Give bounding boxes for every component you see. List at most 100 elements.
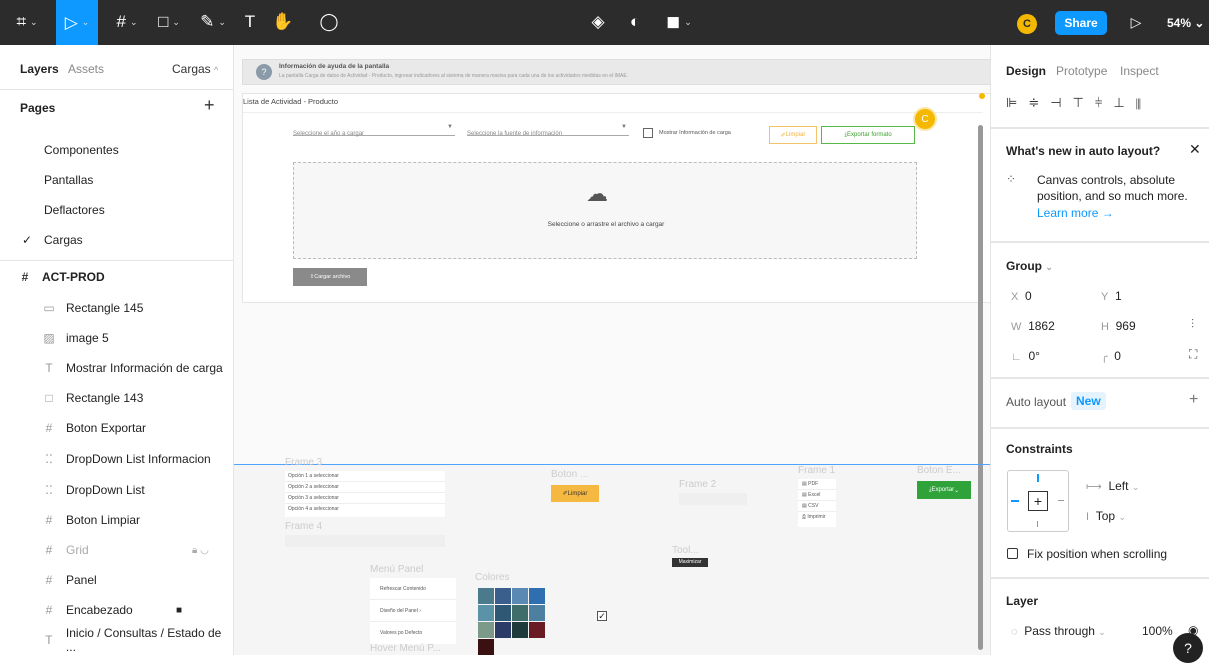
boton-export-title[interactable]: Boton E...: [917, 465, 961, 476]
file-dropzone[interactable]: ☁ Seleccione o arrastre el archivo a car…: [293, 162, 917, 259]
constraints-widget[interactable]: +: [1007, 470, 1069, 532]
shape-tool-button[interactable]: □ ⌄: [152, 10, 186, 34]
vertical-constraint[interactable]: I Top ⌄: [1086, 509, 1126, 523]
horizontal-constraint[interactable]: ⟼ Left ⌄: [1086, 479, 1139, 493]
menu-item-excel[interactable]: ▤ Excel: [798, 490, 836, 501]
frame1-title[interactable]: Frame 1: [798, 465, 835, 476]
option-item[interactable]: Opción 4 a seleccionar: [285, 504, 445, 514]
layer-row[interactable]: ⁚⁚ DropDown List Informacion: [0, 444, 234, 474]
boolean-button[interactable]: ◼ ⌄: [659, 10, 699, 34]
share-button[interactable]: Share: [1055, 11, 1107, 35]
main-menu-button[interactable]: ⌗ ⌄: [10, 10, 44, 34]
fix-position-checkbox[interactable]: [1007, 548, 1018, 559]
collaborator-avatar[interactable]: C: [913, 107, 937, 131]
tab-prototype[interactable]: Prototype: [1056, 64, 1107, 78]
color-swatch[interactable]: [512, 588, 528, 604]
layer-row[interactable]: # Panel: [0, 565, 234, 595]
comment-tool-button[interactable]: ◯: [318, 10, 340, 34]
mask-button[interactable]: ◐: [623, 10, 647, 34]
menu-item[interactable]: Diseño del Panel ›: [370, 600, 456, 622]
color-swatch[interactable]: [529, 605, 545, 621]
option-item[interactable]: Opción 1 a seleccionar: [285, 471, 445, 482]
tab-assets[interactable]: Assets: [68, 62, 104, 76]
constrain-proportions-icon[interactable]: ⫶: [1191, 317, 1194, 332]
source-dropdown[interactable]: Seleccione la fuente de información ▼: [467, 122, 629, 137]
x-field[interactable]: X 0: [1011, 289, 1032, 303]
layer-row[interactable]: T Inicio / Consultas / Estado de ...: [0, 625, 234, 655]
opacity-field[interactable]: 100%: [1142, 624, 1173, 638]
page-item-active[interactable]: ✓ Cargas: [0, 225, 234, 255]
lock-icon[interactable]: ■: [176, 605, 182, 616]
group-label[interactable]: Group ⌄: [1006, 259, 1053, 273]
menu-item-print[interactable]: ⎙ Imprimir: [798, 512, 836, 522]
color-swatch[interactable]: [495, 588, 511, 604]
color-swatch[interactable]: [478, 605, 494, 621]
export-format-button[interactable]: ⤓ Exportar formato: [821, 126, 915, 144]
layer-row[interactable]: T Mostrar Información de carga: [0, 353, 234, 383]
color-swatch[interactable]: [478, 639, 494, 655]
color-swatch[interactable]: [529, 588, 545, 604]
layer-row[interactable]: ▨ image 5: [0, 323, 234, 353]
page-item[interactable]: Componentes: [0, 135, 234, 165]
zoom-level[interactable]: 54% ⌄: [1167, 16, 1204, 30]
present-button[interactable]: ▷: [1126, 10, 1146, 34]
menu-item-csv[interactable]: ▤ CSV: [798, 501, 836, 512]
width-field[interactable]: W 1862: [1011, 319, 1055, 333]
checked-checkbox[interactable]: ✓: [597, 611, 607, 621]
menu-panel-title[interactable]: Menú Panel: [370, 564, 423, 575]
year-dropdown[interactable]: Seleccione el año a cargar ▼: [293, 122, 455, 137]
hand-tool-button[interactable]: ✋: [272, 10, 294, 34]
frame4-title[interactable]: Frame 4: [285, 521, 322, 532]
page-selector[interactable]: Cargas ^: [172, 62, 218, 76]
radius-field[interactable]: ╭ 0: [1101, 349, 1121, 363]
tab-inspect[interactable]: Inspect: [1120, 64, 1159, 78]
rotation-field[interactable]: ∟ 0°: [1011, 349, 1040, 363]
option-item[interactable]: Opción 3 a seleccionar: [285, 493, 445, 504]
hover-menu-title[interactable]: Hover Menú P...: [370, 643, 441, 654]
add-page-icon[interactable]: +: [204, 95, 215, 116]
tab-design[interactable]: Design: [1006, 64, 1046, 78]
color-swatch[interactable]: [512, 605, 528, 621]
layer-row[interactable]: # Boton Exportar: [0, 413, 234, 443]
pen-tool-button[interactable]: ✎ ⌄: [196, 10, 230, 34]
color-swatch[interactable]: [478, 622, 494, 638]
frame-layer[interactable]: # ACT-PROD: [0, 262, 234, 292]
tab-layers[interactable]: Layers: [20, 62, 59, 76]
y-field[interactable]: Y 1: [1101, 289, 1122, 303]
components-button[interactable]: ◈: [586, 10, 610, 34]
frame3-title[interactable]: Frame 3: [285, 457, 322, 468]
page-item[interactable]: Deflactores: [0, 195, 234, 225]
layer-row[interactable]: ⁚⁚ DropDown List: [0, 475, 234, 505]
clear-button-component[interactable]: ✐ Limpiar: [551, 485, 599, 502]
blend-mode-dropdown[interactable]: ◌ Pass through ⌄: [1011, 624, 1106, 638]
help-button[interactable]: ?: [1173, 633, 1203, 663]
text-tool-button[interactable]: T: [240, 10, 260, 34]
color-swatch[interactable]: [495, 605, 511, 621]
upload-file-button[interactable]: ⇪ Cargar archivo: [293, 268, 367, 286]
layer-row[interactable]: # Grid 🔒︎ ◡: [0, 535, 234, 565]
export-button-component[interactable]: ⤓ Exportar ⌄: [917, 481, 971, 499]
page-item[interactable]: Pantallas: [0, 165, 234, 195]
canvas[interactable]: ? Información de ayuda de la pantalla La…: [234, 45, 990, 655]
user-avatar[interactable]: C: [1017, 14, 1037, 34]
color-swatch[interactable]: [529, 622, 545, 638]
option-item[interactable]: Opción 2 a seleccionar: [285, 482, 445, 493]
layer-row[interactable]: # Encabezado ■: [0, 595, 234, 625]
menu-item[interactable]: Refrescar Contenido: [370, 578, 456, 600]
show-info-checkbox[interactable]: [643, 128, 653, 138]
color-swatch[interactable]: [495, 622, 511, 638]
layer-row[interactable]: □ Rectangle 143: [0, 383, 234, 413]
close-icon[interactable]: ✕: [1189, 141, 1201, 158]
clear-button[interactable]: ✐ Limpiar: [769, 126, 817, 144]
colores-title[interactable]: Colores: [475, 572, 509, 583]
independent-corners-icon[interactable]: ⛶: [1189, 347, 1197, 362]
height-field[interactable]: H 969: [1101, 319, 1136, 333]
layer-row[interactable]: ▭ Rectangle 145: [0, 293, 234, 323]
color-swatch[interactable]: [478, 588, 494, 604]
lock-icon[interactable]: 🔒︎ ◡: [192, 545, 209, 556]
boton-clear-title[interactable]: Boton ...: [551, 469, 588, 480]
color-swatch[interactable]: [512, 622, 528, 638]
menu-item-pdf[interactable]: ▤ PDF: [798, 479, 836, 490]
tool-title[interactable]: Tool...: [672, 545, 699, 556]
align-tools[interactable]: ⊫≑⊣⊤⫩⊥⦀: [1006, 95, 1152, 111]
